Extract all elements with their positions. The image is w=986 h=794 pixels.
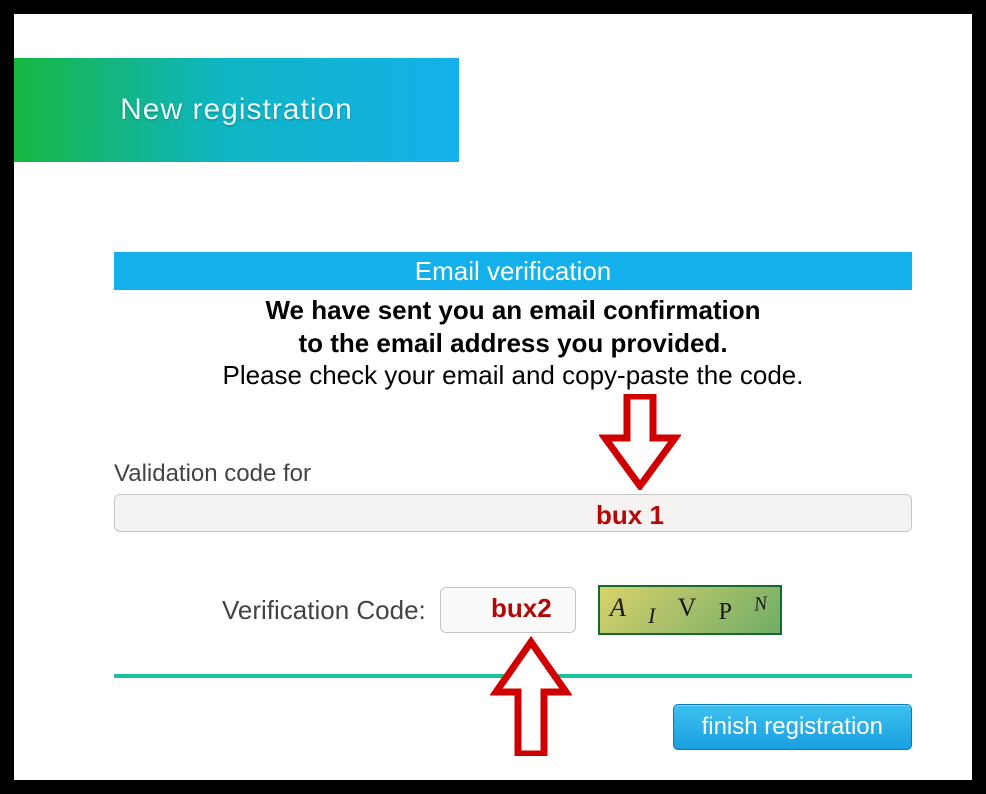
captcha-char: P — [719, 599, 734, 626]
verification-code-input[interactable] — [440, 587, 576, 633]
arrow-down-icon — [599, 394, 681, 490]
arrow-up-icon — [490, 636, 572, 756]
instruction-line-3: Please check your email and copy-paste t… — [114, 359, 912, 392]
instruction-line-2: to the email address you provided. — [114, 327, 912, 360]
validation-code-input[interactable] — [114, 494, 912, 532]
instruction-line-1: We have sent you an email confirmation — [114, 294, 912, 327]
verification-code-label: Verification Code: — [222, 595, 426, 626]
captcha-char: N — [753, 592, 771, 616]
page-title-banner: New registration — [14, 58, 459, 162]
window-frame: New registration Email verification We h… — [0, 0, 986, 794]
verification-row: Verification Code: A I V P N — [222, 584, 912, 636]
captcha-char: I — [648, 603, 657, 629]
section-title: Email verification — [415, 256, 612, 287]
validation-code-label: Validation code for — [114, 460, 311, 488]
captcha-char: A — [610, 593, 628, 623]
captcha-char: V — [678, 593, 699, 623]
section-header: Email verification — [114, 252, 912, 290]
finish-registration-button[interactable]: finish registration — [673, 704, 912, 750]
page-title: New registration — [120, 93, 353, 127]
divider — [114, 674, 912, 678]
captcha-image: A I V P N — [598, 585, 782, 635]
instruction-text: We have sent you an email confirmation t… — [114, 294, 912, 392]
